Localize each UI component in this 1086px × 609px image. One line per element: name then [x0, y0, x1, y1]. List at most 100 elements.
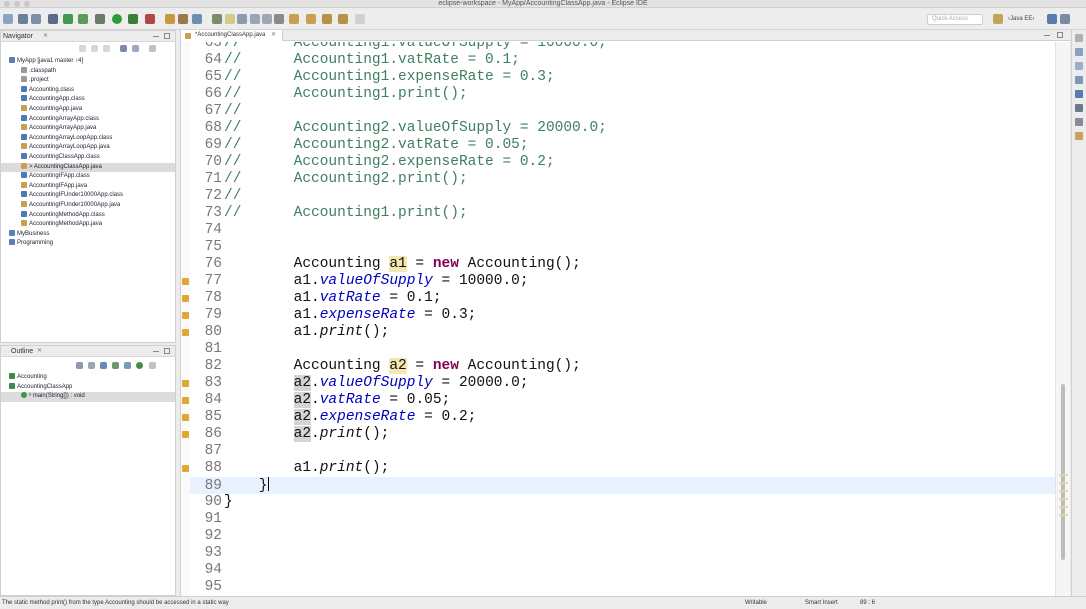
word-wrap-icon[interactable]: [250, 14, 260, 24]
navigator-item[interactable]: .project: [1, 76, 175, 86]
navigator-item[interactable]: MyApp [java1 master ↑4]: [1, 57, 175, 67]
save-all-icon[interactable]: [31, 14, 41, 24]
forward-icon[interactable]: [338, 14, 348, 24]
outline-item[interactable]: ˢ main(String[]) : void: [1, 392, 175, 402]
navigator-item[interactable]: AccountingApp.class: [1, 95, 175, 105]
code-line[interactable]: 71// Accounting2.print();: [190, 171, 1056, 188]
code-line[interactable]: 75: [190, 239, 1056, 256]
hide-static-icon[interactable]: [112, 362, 119, 369]
git-icon[interactable]: [78, 14, 88, 24]
navigator-item[interactable]: AccountingArrayApp.java: [1, 124, 175, 134]
code-line[interactable]: 72//: [190, 188, 1056, 205]
warning-marker-icon[interactable]: [182, 431, 189, 438]
properties-icon[interactable]: [1075, 76, 1083, 84]
pin-editor-icon[interactable]: [355, 14, 365, 24]
navigator-item[interactable]: AccountingIFUnder10000App.class: [1, 191, 175, 201]
maximize-outline-icon[interactable]: [164, 348, 170, 354]
save-icon[interactable]: [18, 14, 28, 24]
code-line[interactable]: 90}: [190, 494, 1056, 511]
navigator-item[interactable]: AccountingArrayLoopApp.java: [1, 143, 175, 153]
java-ee-perspective-button[interactable]: ‹Java EE›: [1008, 14, 1034, 25]
maximize-editor-icon[interactable]: [1057, 32, 1063, 38]
highlight-occurrences-icon[interactable]: [225, 14, 235, 24]
outline-view-icon[interactable]: [1075, 48, 1083, 56]
navigator-item[interactable]: AccountingArrayLoopApp.class: [1, 133, 175, 144]
navigator-item[interactable]: AccountingIFApp.class: [1, 172, 175, 182]
build-icon[interactable]: [95, 14, 105, 24]
restore-icon[interactable]: [1075, 34, 1083, 42]
code-line[interactable]: 79 a1.expenseRate = 0.3;: [190, 307, 1056, 324]
code-editor[interactable]: 63// Accounting1.valueOfSupply = 10000.0…: [181, 42, 1071, 596]
navigator-item[interactable]: Programming: [1, 239, 175, 249]
skip-breakpoints-icon[interactable]: [48, 14, 58, 24]
code-line[interactable]: 74: [190, 222, 1056, 239]
overview-ruler[interactable]: [1055, 42, 1070, 596]
outline-menu-icon[interactable]: [149, 362, 156, 369]
tasks-icon[interactable]: [1075, 132, 1083, 140]
warning-marker-icon[interactable]: [182, 295, 189, 302]
code-line[interactable]: 94: [190, 562, 1056, 579]
navigator-item[interactable]: AccountingMethodApp.class: [1, 210, 175, 221]
new-icon[interactable]: [3, 14, 13, 24]
hide-non-public-icon[interactable]: [124, 362, 131, 369]
code-line[interactable]: 73// Accounting1.print();: [190, 205, 1056, 222]
code-line[interactable]: 84 a2.vatRate = 0.05;: [190, 392, 1056, 409]
navigator-item[interactable]: AccountingApp.java: [1, 105, 175, 115]
code-line[interactable]: 89 }: [190, 477, 1056, 494]
code-line[interactable]: 86 a2.print();: [190, 426, 1056, 443]
code-line[interactable]: 83 a2.valueOfSupply = 20000.0;: [190, 375, 1056, 392]
navigator-close-icon[interactable]: ✕: [43, 31, 48, 42]
code-line[interactable]: 68// Accounting2.valueOfSupply = 20000.0…: [190, 120, 1056, 137]
outline-item[interactable]: AccountingClassApp: [1, 382, 175, 393]
problems-icon[interactable]: [1075, 104, 1083, 112]
minimize-panel-icon[interactable]: [153, 36, 159, 37]
navigator-item[interactable]: AccountingArrayApp.class: [1, 114, 175, 125]
code-line[interactable]: 81: [190, 341, 1056, 358]
javadoc-icon[interactable]: [1075, 118, 1083, 126]
servers-icon[interactable]: [1075, 62, 1083, 70]
next-annotation-icon[interactable]: [289, 14, 299, 24]
code-line[interactable]: 87: [190, 443, 1056, 460]
code-line[interactable]: 77 a1.valueOfSupply = 10000.0;: [190, 273, 1056, 290]
coverage-icon[interactable]: [128, 14, 138, 24]
warning-marker-icon[interactable]: [182, 312, 189, 319]
run-icon[interactable]: [112, 14, 122, 24]
code-line[interactable]: 88 a1.print();: [190, 460, 1056, 477]
warning-marker-icon[interactable]: [182, 380, 189, 387]
outline-close-icon[interactable]: ✕: [37, 346, 42, 357]
code-line[interactable]: 76 Accounting a1 = new Accounting();: [190, 256, 1056, 273]
code-line[interactable]: 80 a1.print();: [190, 324, 1056, 341]
code-line[interactable]: 67//: [190, 103, 1056, 120]
outline-item[interactable]: Accounting: [1, 373, 175, 383]
prev-annotation-icon[interactable]: [306, 14, 316, 24]
collapse-all-icon[interactable]: [120, 45, 127, 52]
maximize-panel-icon[interactable]: [164, 33, 170, 39]
code-line[interactable]: 92: [190, 528, 1056, 545]
navigator-item[interactable]: .classpath: [1, 66, 175, 77]
code-line[interactable]: 78 a1.vatRate = 0.1;: [190, 290, 1056, 307]
editor-tab-accountingclassapp[interactable]: *AccountingClassApp.java ✕: [181, 30, 284, 41]
show-whitespace-icon[interactable]: [262, 14, 272, 24]
navigator-item[interactable]: Accounting.class: [1, 85, 175, 96]
external-tools-icon[interactable]: [145, 14, 155, 24]
console-icon[interactable]: [1075, 90, 1083, 98]
navigator-item[interactable]: AccountingMethodApp.java: [1, 220, 175, 230]
debug-icon[interactable]: [63, 14, 73, 24]
warning-marker-icon[interactable]: [182, 329, 189, 336]
code-line[interactable]: 65// Accounting1.expenseRate = 0.3;: [190, 69, 1056, 86]
editor-tab-close-icon[interactable]: ✕: [271, 32, 276, 38]
code-line[interactable]: 69// Accounting2.vatRate = 0.05;: [190, 137, 1056, 154]
code-line[interactable]: 82 Accounting a2 = new Accounting();: [190, 358, 1056, 375]
warning-marker-icon[interactable]: [182, 414, 189, 421]
view-menu-icon[interactable]: [149, 45, 156, 52]
open-task-icon[interactable]: [178, 14, 188, 24]
navigator-item[interactable]: AccountingClassApp.class: [1, 153, 175, 163]
debug-perspective-icon[interactable]: [1060, 14, 1070, 24]
search-icon[interactable]: [192, 14, 202, 24]
open-perspective-icon[interactable]: [993, 14, 1003, 24]
navigator-item[interactable]: > AccountingClassApp.java: [1, 162, 175, 173]
open-type-icon[interactable]: [165, 14, 175, 24]
code-line[interactable]: 93: [190, 545, 1056, 562]
code-line[interactable]: 66// Accounting1.print();: [190, 86, 1056, 103]
warning-marker-icon[interactable]: [182, 278, 189, 285]
